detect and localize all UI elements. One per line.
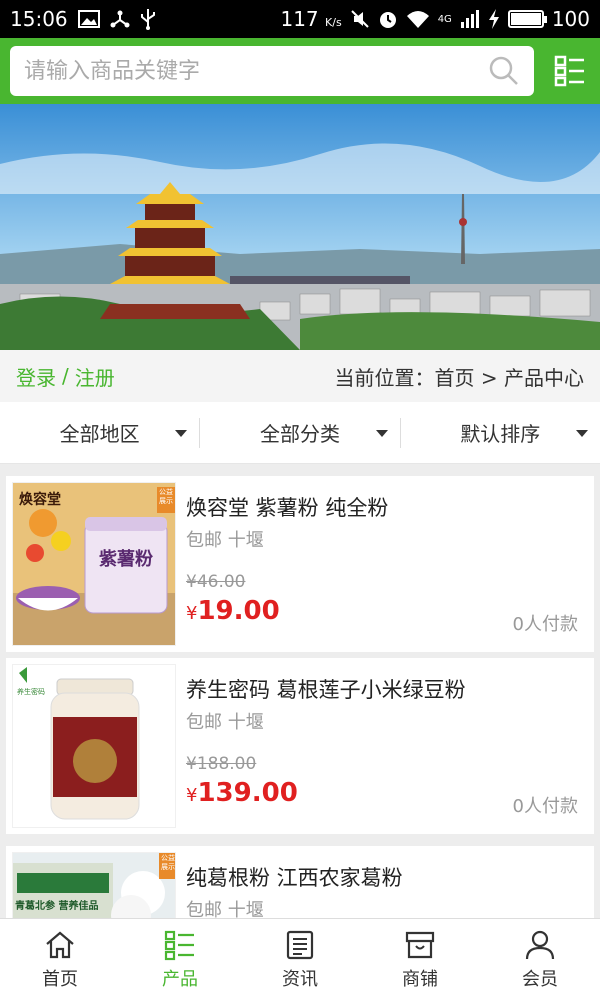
battery-icon [507,10,547,28]
share-icon [110,10,130,28]
tab-member[interactable]: 会员 [480,919,600,1000]
thumbnail-brand: 养生密码 [17,688,45,696]
thumbnail-label: 紫薯粉 [99,549,153,570]
product-thumbnail[interactable]: 养生密码 [12,664,176,828]
login-link[interactable]: 登录 [16,362,56,391]
tab-shop[interactable]: 商铺 [360,919,480,1000]
dropdown-arrow-icon [175,429,188,437]
breadcrumb: 当前位置：首页 > 产品中心 [334,365,584,390]
alarm-icon [379,12,396,28]
image-icon [77,10,100,28]
tab-bar: 首页 产品 资讯 商铺 会员 [0,918,600,1000]
product-list-icon [164,930,194,960]
product-title[interactable]: 纯葛根粉 江西农家葛粉 [186,862,403,892]
user-icon [525,930,555,959]
tab-news-label: 资讯 [282,968,318,990]
product-price: ¥139.00 [186,778,298,808]
product-thumbnail[interactable]: 青葛北参 营养佳品 公益展示 [12,852,176,918]
dropdown-arrow-icon [575,429,588,437]
dropdown-arrow-icon [375,429,388,437]
product-title[interactable]: 养生密码 葛根莲子小米绿豆粉 [186,674,466,704]
product-meta: 包邮 十堰 [186,900,264,918]
product-card[interactable]: 青葛北参 营养佳品 公益展示 纯葛根粉 江西农家葛粉 包邮 十堰 [6,846,594,918]
banner-image[interactable] [0,104,600,350]
sold-count: 0人付款 [512,796,578,817]
original-price: ¥188.00 [186,754,257,774]
status-time: 15:06 [10,7,68,31]
battery-level: 100 [551,7,590,31]
search-box[interactable] [10,46,534,96]
shop-icon [405,931,435,958]
filter-sort[interactable]: 默认排序 [399,417,600,448]
tab-product-label: 产品 [162,968,198,990]
filter-sort-label: 默认排序 [460,422,541,446]
wifi-icon [406,11,429,28]
product-meta: 包邮 十堰 [186,712,264,733]
network-speed: 117 K/s [280,7,342,31]
thumbnail-label: 青葛北参 营养佳品 [15,901,99,912]
tab-home-label: 首页 [42,968,78,990]
sold-count: 0人付款 [512,614,578,635]
mute-icon [350,10,369,28]
tab-news[interactable]: 资讯 [240,919,360,1000]
status-bar: 15:06 117 K/s 4G 100 [0,0,600,38]
tab-home[interactable]: 首页 [0,919,120,1000]
tab-member-label: 会员 [522,968,558,990]
signal-icon [460,10,479,28]
product-card[interactable]: 焕容堂 公益展示 紫薯粉 焕容堂 紫薯粉 纯全粉 包邮 十堰 ¥46.00 ¥1… [6,476,594,652]
product-title[interactable]: 焕容堂 紫薯粉 纯全粉 [186,492,388,522]
search-icon[interactable] [488,55,520,87]
filter-region[interactable]: 全部地区 [0,418,199,448]
charging-icon [488,9,499,29]
tab-product[interactable]: 产品 [120,919,240,1000]
product-meta: 包邮 十堰 [186,530,264,551]
header [0,38,600,104]
filter-category[interactable]: 全部分类 [199,417,399,448]
home-icon [46,931,74,958]
usb-icon [140,9,155,30]
search-input[interactable] [24,58,488,84]
filter-bar: 全部地区 全部分类 默认排序 [0,402,600,464]
list-menu-icon[interactable] [554,55,586,87]
thumbnail-brand: 焕容堂 [19,492,61,508]
register-link[interactable]: 注册 [75,362,115,391]
product-card[interactable]: 养生密码 养生密码 葛根莲子小米绿豆粉 包邮 十堰 ¥188.00 ¥139.0… [6,658,594,834]
filter-region-label: 全部地区 [59,422,140,446]
original-price: ¥46.00 [186,572,246,592]
news-icon [286,930,314,959]
login-separator: / [62,364,69,388]
filter-category-label: 全部分类 [259,422,340,446]
product-list: 焕容堂 公益展示 紫薯粉 焕容堂 紫薯粉 纯全粉 包邮 十堰 ¥46.00 ¥1… [0,464,600,918]
tab-shop-label: 商铺 [402,968,438,990]
product-price: ¥19.00 [186,596,280,626]
thumbnail-badge: 公益展示 [161,854,175,871]
breadcrumb-bar: 登录 / 注册 当前位置：首页 > 产品中心 [0,350,600,402]
signal-type: 4G [437,13,452,25]
thumbnail-badge: 公益展示 [159,488,173,505]
product-thumbnail[interactable]: 焕容堂 公益展示 紫薯粉 [12,482,176,646]
